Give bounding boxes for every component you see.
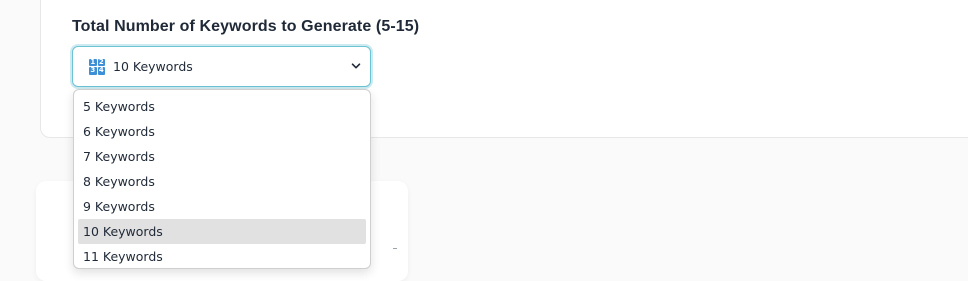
input-numbers-icon: 1 2 3 4 <box>89 57 105 75</box>
keyword-count-dropdown: 5 Keywords 6 Keywords 7 Keywords 8 Keywo… <box>73 89 371 269</box>
option-8-keywords[interactable]: 8 Keywords <box>78 169 366 194</box>
option-5-keywords[interactable]: 5 Keywords <box>78 94 366 119</box>
divider <box>393 248 397 249</box>
icon-digit: 3 <box>89 66 97 75</box>
icon-digit: 2 <box>97 57 105 66</box>
option-6-keywords[interactable]: 6 Keywords <box>78 119 366 144</box>
selected-value: 10 Keywords <box>113 59 193 74</box>
keyword-count-select[interactable]: 1 2 3 4 10 Keywords <box>72 46 371 87</box>
option-7-keywords[interactable]: 7 Keywords <box>78 144 366 169</box>
chevron-down-icon <box>351 63 361 69</box>
option-9-keywords[interactable]: 9 Keywords <box>78 194 366 219</box>
keyword-count-label: Total Number of Keywords to Generate (5-… <box>72 18 420 35</box>
icon-digit: 1 <box>89 57 97 66</box>
icon-digit: 4 <box>97 66 105 75</box>
option-10-keywords[interactable]: 10 Keywords <box>78 219 366 244</box>
option-11-keywords[interactable]: 11 Keywords <box>78 244 366 268</box>
